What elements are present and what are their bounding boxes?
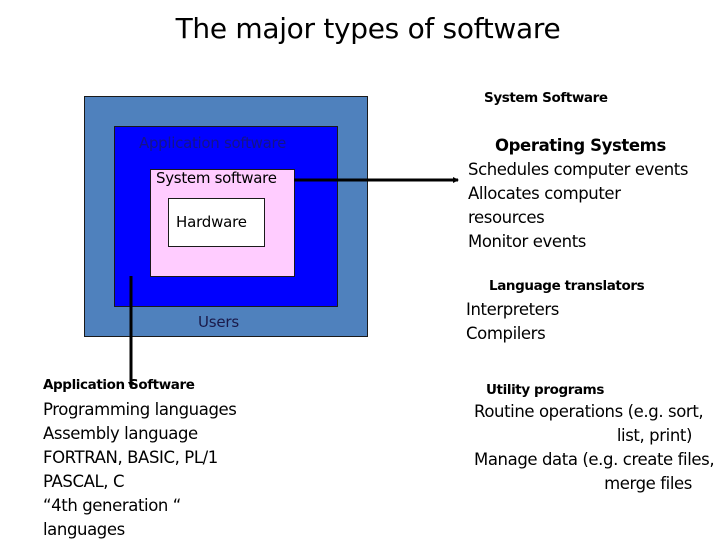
list-item: Routine operations (e.g. sort, [474, 402, 704, 421]
operating-systems-list: Schedules computer events Allocates comp… [468, 158, 688, 254]
operating-systems-heading: Operating Systems [495, 136, 666, 155]
language-translators-heading: Language translators [489, 278, 645, 294]
application-software-list: Programming languages Assembly language … [43, 398, 237, 542]
list-item: languages [43, 520, 125, 539]
list-item: Assembly language [43, 424, 198, 443]
hardware-layer-label: Hardware [176, 213, 247, 231]
language-translators-list: Interpreters Compilers [466, 298, 559, 346]
utility-programs-heading: Utility programs [486, 382, 604, 398]
application-software-heading: Application Software [43, 377, 195, 393]
list-item: Monitor events [468, 232, 586, 251]
list-item: Allocates computer [468, 184, 621, 203]
list-item: list, print) [616, 426, 693, 445]
users-layer-label: Users [198, 313, 240, 331]
list-item: PASCAL, C [43, 472, 125, 491]
application-layer-label: Application software [139, 134, 286, 152]
utility-programs-list: Routine operations (e.g. sort, list, pri… [470, 400, 720, 496]
list-item: FORTRAN, BASIC, PL/1 [43, 448, 218, 467]
page-title: The major types of software [175, 12, 561, 45]
list-item: Manage data (e.g. create files, [474, 450, 715, 469]
system-software-heading: System Software [484, 90, 608, 106]
system-layer-label: System software [156, 169, 277, 187]
list-item: Schedules computer events [468, 160, 689, 179]
list-item: merge files [604, 474, 692, 493]
list-item: Programming languages [43, 400, 237, 419]
list-item: “4th generation “ [43, 496, 181, 515]
list-item: Interpreters [466, 300, 559, 319]
list-item: resources [468, 208, 545, 227]
list-item: Compilers [466, 324, 546, 343]
